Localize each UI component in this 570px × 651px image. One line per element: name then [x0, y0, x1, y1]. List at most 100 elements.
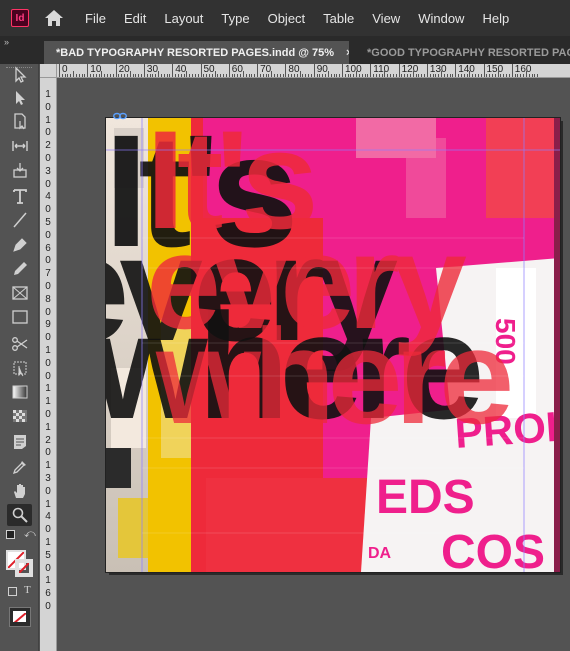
- ruler-minor-tick: [98, 74, 100, 77]
- ruler-label: 0: [45, 101, 51, 113]
- ruler-major-tick: [426, 64, 428, 77]
- free-transform-tool-icon[interactable]: [7, 357, 32, 379]
- tab-bad-typography[interactable]: *BAD TYPOGRAPHY RESORTED PAGES.indd @ 75…: [44, 41, 349, 64]
- ruler-minor-tick: [64, 74, 66, 77]
- ruler-minor-tick: [129, 71, 131, 77]
- zoom-tool-icon[interactable]: [7, 504, 32, 526]
- poster-da-text: DA: [368, 545, 392, 562]
- ruler-major-tick: [342, 64, 343, 77]
- menu-edit[interactable]: Edit: [124, 11, 146, 26]
- direct-selection-tool-icon[interactable]: [7, 87, 32, 109]
- ruler-minor-tick: [477, 74, 479, 77]
- tab-label: *BAD TYPOGRAPHY RESORTED PAGES.indd @ 75…: [56, 46, 335, 59]
- ruler-minor-tick: [234, 74, 236, 77]
- ruler-minor-tick: [525, 71, 527, 77]
- ruler-major-tick: [87, 64, 89, 77]
- default-colors-icon[interactable]: [6, 530, 15, 539]
- ruler-minor-tick: [121, 74, 123, 77]
- ruler-minor-tick: [392, 74, 394, 77]
- ruler-minor-tick: [466, 74, 468, 77]
- menu-file[interactable]: File: [85, 11, 106, 26]
- menu-window[interactable]: Window: [418, 11, 464, 26]
- ruler-minor-tick: [135, 74, 137, 77]
- ruler-minor-tick: [186, 71, 188, 77]
- hand-tool-icon[interactable]: [7, 480, 32, 502]
- content-collector-tool-icon[interactable]: [7, 159, 32, 181]
- ruler-major-tick: [313, 64, 315, 77]
- gradient-feather-tool-icon[interactable]: [7, 405, 32, 427]
- ruler-label: 3: [45, 165, 51, 177]
- ruler-label: 5: [45, 549, 51, 561]
- ruler-minor-tick: [160, 74, 162, 77]
- document-tab-bar: » *BAD TYPOGRAPHY RESORTED PAGES.indd @ …: [0, 36, 570, 64]
- ruler-minor-tick: [245, 74, 247, 77]
- ruler-minor-tick: [81, 74, 83, 77]
- rectangle-frame-tool-icon[interactable]: [7, 282, 32, 304]
- page-tool-icon[interactable]: [7, 110, 32, 132]
- document-page[interactable]: PROHI EDS COS DA 500 It's every where It…: [105, 117, 561, 573]
- ruler-minor-tick: [104, 74, 106, 77]
- ruler-minor-tick: [299, 71, 301, 77]
- ruler-minor-tick: [378, 74, 380, 77]
- ruler-minor-tick: [322, 74, 324, 77]
- swap-colors-icon[interactable]: ⤺: [24, 528, 36, 541]
- eyedropper-tool-icon[interactable]: [7, 456, 32, 478]
- pen-tool-icon[interactable]: [7, 234, 32, 256]
- ruler-minor-tick: [112, 74, 114, 77]
- ruler-minor-tick: [293, 74, 295, 77]
- line-tool-icon[interactable]: [7, 209, 32, 231]
- ruler-major-tick: [143, 64, 145, 77]
- gap-tool-icon[interactable]: [7, 135, 32, 157]
- ruler-label: 2: [45, 140, 51, 152]
- home-icon[interactable]: [44, 8, 64, 28]
- ruler-label: 7: [45, 268, 51, 280]
- menu-type[interactable]: Type: [221, 11, 249, 26]
- ruler-minor-tick: [384, 71, 386, 77]
- collage-artwork[interactable]: PROHI EDS COS DA 500 It's every where It…: [106, 118, 560, 572]
- pencil-tool-icon[interactable]: [7, 258, 32, 280]
- menu-view[interactable]: View: [372, 11, 400, 26]
- ruler-minor-tick: [336, 74, 338, 77]
- ruler-minor-tick: [274, 74, 276, 77]
- ruler-major-tick: [59, 64, 60, 77]
- rectangle-tool-icon[interactable]: [7, 306, 32, 328]
- ruler-minor-tick: [214, 71, 216, 77]
- ruler-minor-tick: [330, 74, 332, 77]
- ruler-minor-tick: [248, 74, 250, 77]
- ruler-label: 0: [45, 178, 51, 190]
- ruler-minor-tick: [240, 74, 242, 77]
- ruler-major-tick: [370, 64, 372, 77]
- vertical-ruler[interactable]: 1010203040506070809010011012013014015016…: [40, 78, 57, 651]
- collapse-panels-icon[interactable]: »: [4, 37, 9, 47]
- horizontal-ruler[interactable]: 0 10 20 30 40 50 60 70 80 90 100 110 120 130 140 150 160: [57, 64, 570, 78]
- ruler-label: 0: [45, 357, 51, 369]
- menu-object[interactable]: Object: [268, 11, 306, 26]
- ruler-origin[interactable]: [40, 64, 57, 78]
- formatting-text-icon[interactable]: T: [24, 584, 31, 596]
- tab-good-typography[interactable]: *GOOD TYPOGRAPHY RESORTED PAGES: [352, 41, 570, 64]
- close-tab-icon[interactable]: ×: [346, 47, 349, 59]
- ruler-minor-tick: [95, 74, 97, 77]
- gradient-swatch-tool-icon[interactable]: [7, 381, 32, 403]
- ruler-minor-tick: [90, 74, 92, 77]
- ruler-label: 0: [45, 524, 51, 536]
- page-link-icon[interactable]: [113, 112, 127, 120]
- note-tool-icon[interactable]: [7, 431, 32, 453]
- formatting-container-icon[interactable]: [8, 587, 17, 596]
- ruler-minor-tick: [310, 74, 312, 77]
- ruler-minor-tick: [73, 71, 75, 77]
- ruler-label: 0: [45, 127, 51, 139]
- ruler-minor-tick: [265, 74, 267, 77]
- menu-help[interactable]: Help: [482, 11, 509, 26]
- ruler-minor-tick: [503, 74, 505, 77]
- stroke-swatch[interactable]: [15, 559, 33, 577]
- selection-tool-icon[interactable]: [7, 64, 32, 86]
- ruler-label: 0: [45, 229, 51, 241]
- menu-layout[interactable]: Layout: [164, 11, 203, 26]
- ruler-minor-tick: [358, 74, 360, 77]
- apply-none-icon[interactable]: [9, 607, 31, 627]
- scissors-tool-icon[interactable]: [7, 333, 32, 355]
- type-tool-icon[interactable]: [7, 185, 32, 207]
- menu-table[interactable]: Table: [323, 11, 354, 26]
- ruler-label: 1: [45, 460, 51, 472]
